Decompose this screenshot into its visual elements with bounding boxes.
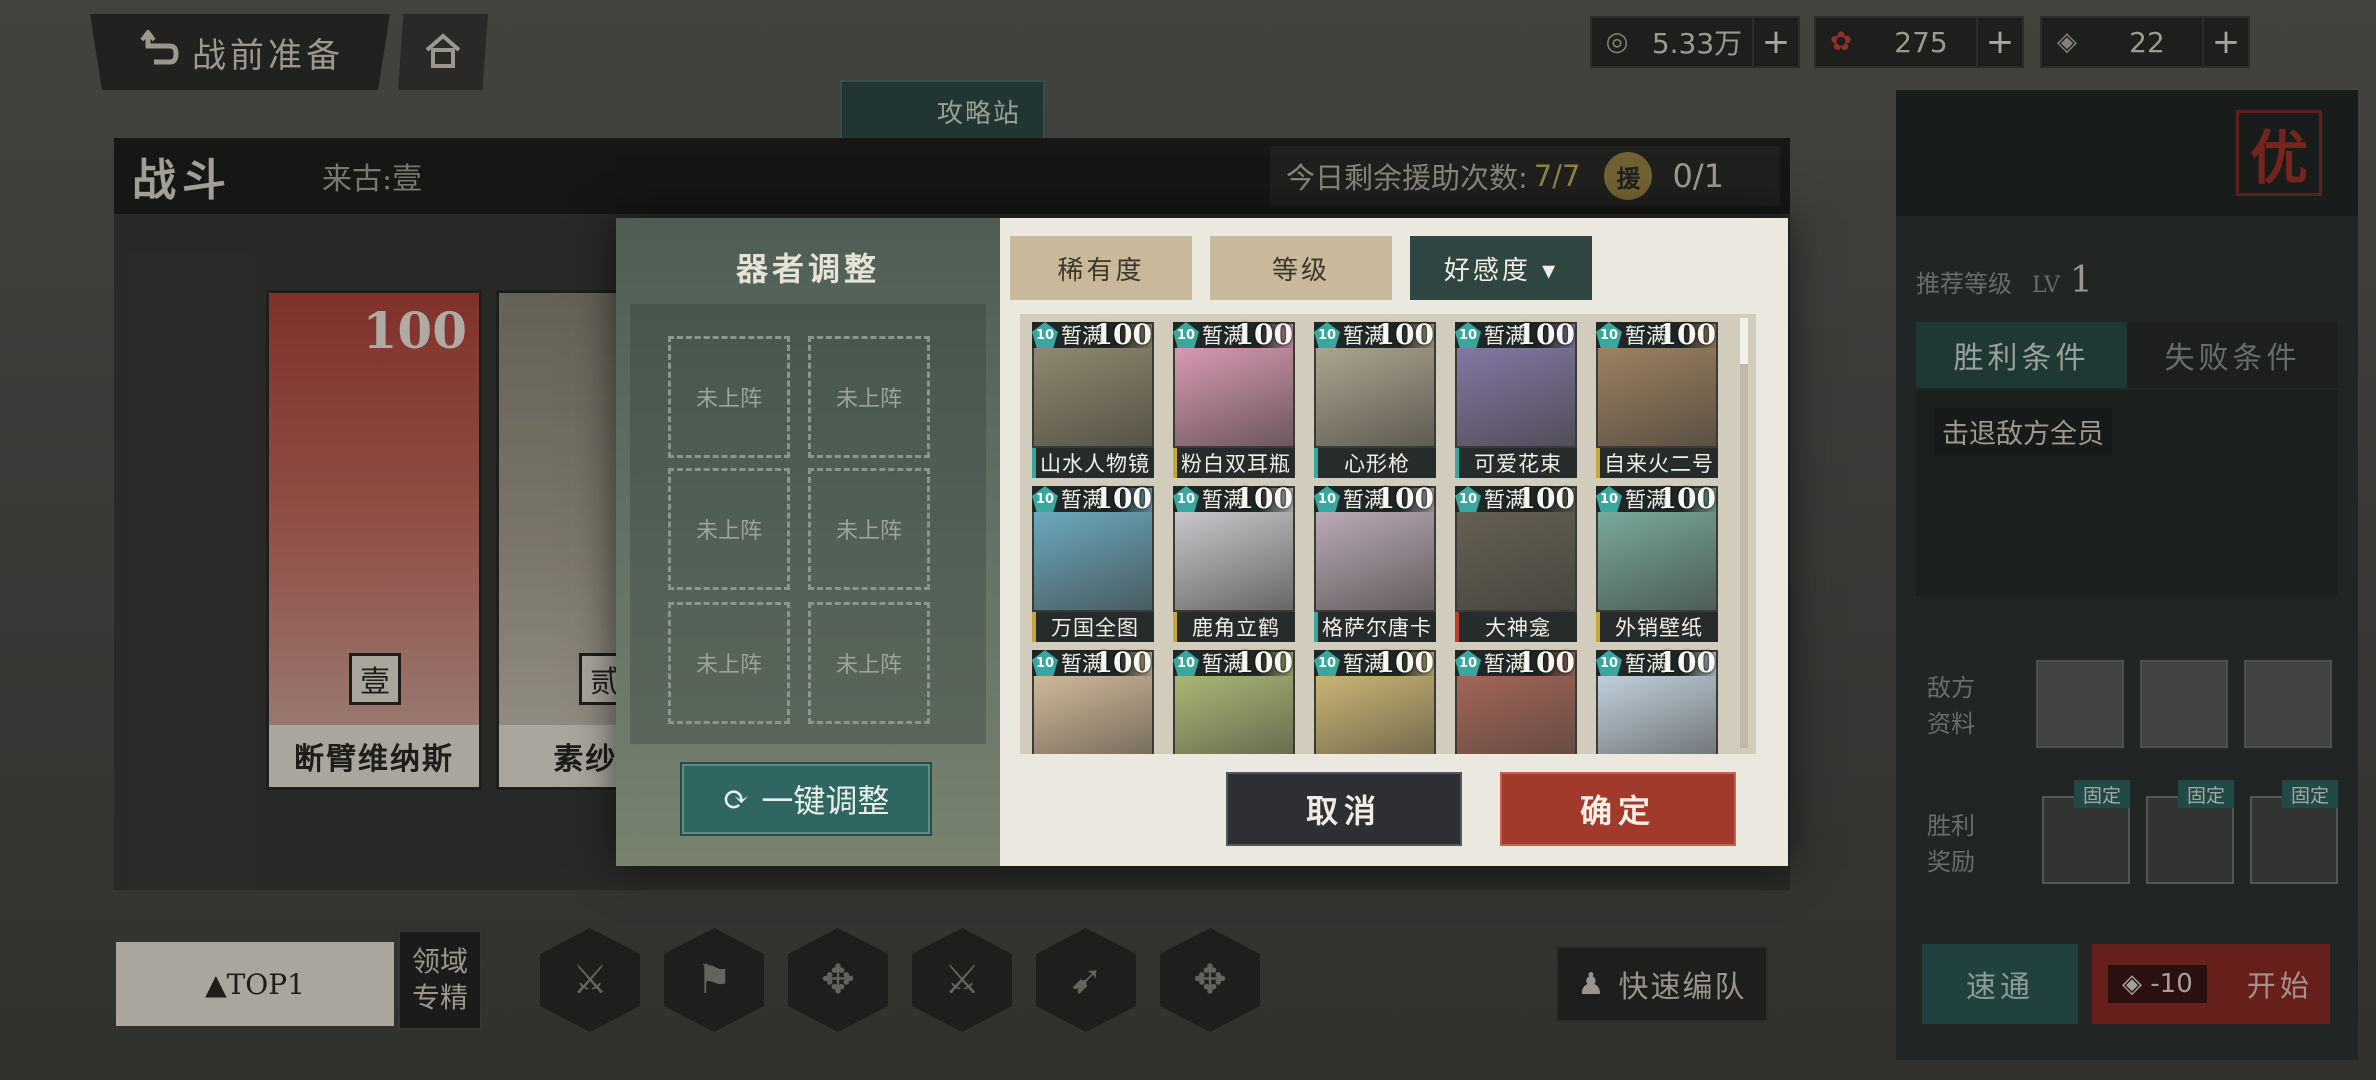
item-card[interactable]: 10 暂满 100 可爱花束 [1455, 318, 1577, 480]
item-name: 粉白双耳瓶 [1173, 448, 1295, 478]
item-name: 格萨尔唐卡 [1314, 612, 1436, 642]
item-level: 100 [1375, 646, 1434, 679]
star-rank-badge: 10 [1596, 650, 1622, 676]
cancel-button[interactable]: 取消 [1226, 772, 1462, 846]
auto-adjust-button[interactable]: ⟳ 一键调整 [680, 762, 932, 836]
item-card[interactable]: 10 暂满 100 大神龛 [1455, 482, 1577, 644]
item-card[interactable]: 10 暂满 100 [1173, 646, 1295, 754]
empty-slot[interactable]: 未上阵 [808, 468, 930, 590]
item-card[interactable]: 10 暂满 100 心形枪 [1314, 318, 1436, 480]
sort-level-button[interactable]: 等级 [1210, 236, 1392, 300]
item-card[interactable]: 10 暂满 100 万国全图 [1032, 482, 1154, 644]
battle-prep-screen: 战前准备 ◎ 5.33万 + ✿ 275 + ◈ 22 + 攻略站 战斗 来古:… [0, 0, 2376, 1080]
item-level: 100 [1234, 646, 1293, 679]
star-rank-badge: 10 [1173, 486, 1199, 512]
item-card[interactable]: 10 暂满 100 鹿角立鹤 [1173, 482, 1295, 644]
empty-slot[interactable]: 未上阵 [808, 602, 930, 724]
item-level: 100 [1234, 482, 1293, 515]
star-rank-badge: 10 [1596, 486, 1622, 512]
item-level: 100 [1657, 482, 1716, 515]
confirm-button[interactable]: 确定 [1500, 772, 1736, 846]
adjust-dialog: 器者调整 未上阵 未上阵 未上阵 未上阵 未上阵 未上阵 ⟳ 一键调整 稀有度 … [616, 218, 1788, 866]
star-rank-badge: 10 [1455, 650, 1481, 676]
item-name: 大神龛 [1455, 612, 1577, 642]
grid-scrollbar[interactable] [1740, 318, 1748, 748]
item-grid: 10 暂满 100 山水人物镜 10 暂满 100 粉白双耳瓶 10 暂满 100 心形枪 10 暂满 10… [1020, 314, 1756, 754]
star-rank-badge: 10 [1314, 486, 1340, 512]
item-card[interactable]: 10 暂满 100 [1032, 646, 1154, 754]
star-rank-badge: 10 [1173, 322, 1199, 348]
item-level: 100 [1657, 318, 1716, 351]
scrollbar-thumb[interactable] [1740, 318, 1748, 364]
item-card[interactable]: 10 暂满 100 粉白双耳瓶 [1173, 318, 1295, 480]
star-rank-badge: 10 [1314, 650, 1340, 676]
item-card[interactable]: 10 暂满 100 [1314, 646, 1436, 754]
sort-bar: 稀有度 等级 好感度 ▾ [1010, 236, 1592, 300]
item-level: 100 [1375, 318, 1434, 351]
dialog-title: 器者调整 [735, 250, 880, 288]
star-rank-badge: 10 [1032, 322, 1058, 348]
star-rank-badge: 10 [1032, 486, 1058, 512]
item-level: 100 [1516, 482, 1575, 515]
sort-affinity-button[interactable]: 好感度 ▾ [1410, 236, 1592, 300]
refresh-icon: ⟳ [722, 780, 750, 818]
item-card[interactable]: 10 暂满 100 格萨尔唐卡 [1314, 482, 1436, 644]
item-level: 100 [1234, 318, 1293, 351]
item-level: 100 [1516, 318, 1575, 351]
auto-adjust-label: 一键调整 [761, 782, 890, 820]
item-card[interactable]: 10 暂满 100 山水人物镜 [1032, 318, 1154, 480]
item-name: 可爱花束 [1455, 448, 1577, 478]
item-level: 100 [1093, 482, 1152, 515]
star-rank-badge: 10 [1455, 322, 1481, 348]
item-name: 山水人物镜 [1032, 448, 1154, 478]
item-name: 心形枪 [1314, 448, 1436, 478]
item-level: 100 [1375, 482, 1434, 515]
item-name: 自来火二号 [1596, 448, 1718, 478]
item-level: 100 [1093, 318, 1152, 351]
star-rank-badge: 10 [1032, 650, 1058, 676]
empty-slot[interactable]: 未上阵 [808, 336, 930, 458]
empty-slot[interactable]: 未上阵 [668, 602, 790, 724]
star-rank-badge: 10 [1455, 486, 1481, 512]
item-card[interactable]: 10 暂满 100 自来火二号 [1596, 318, 1718, 480]
empty-slot[interactable]: 未上阵 [668, 336, 790, 458]
star-rank-badge: 10 [1314, 322, 1340, 348]
item-name: 鹿角立鹤 [1173, 612, 1295, 642]
formation-panel: 器者调整 未上阵 未上阵 未上阵 未上阵 未上阵 未上阵 ⟳ 一键调整 [616, 218, 1000, 866]
empty-slot[interactable]: 未上阵 [668, 468, 790, 590]
item-level: 100 [1093, 646, 1152, 679]
star-rank-badge: 10 [1173, 650, 1199, 676]
sort-rarity-button[interactable]: 稀有度 [1010, 236, 1192, 300]
item-level: 100 [1657, 646, 1716, 679]
item-card[interactable]: 10 暂满 100 [1455, 646, 1577, 754]
star-rank-badge: 10 [1596, 322, 1622, 348]
item-card[interactable]: 10 暂满 100 [1596, 646, 1718, 754]
item-name: 外销壁纸 [1596, 612, 1718, 642]
item-card[interactable]: 10 暂满 100 外销壁纸 [1596, 482, 1718, 644]
item-name: 万国全图 [1032, 612, 1154, 642]
item-level: 100 [1516, 646, 1575, 679]
